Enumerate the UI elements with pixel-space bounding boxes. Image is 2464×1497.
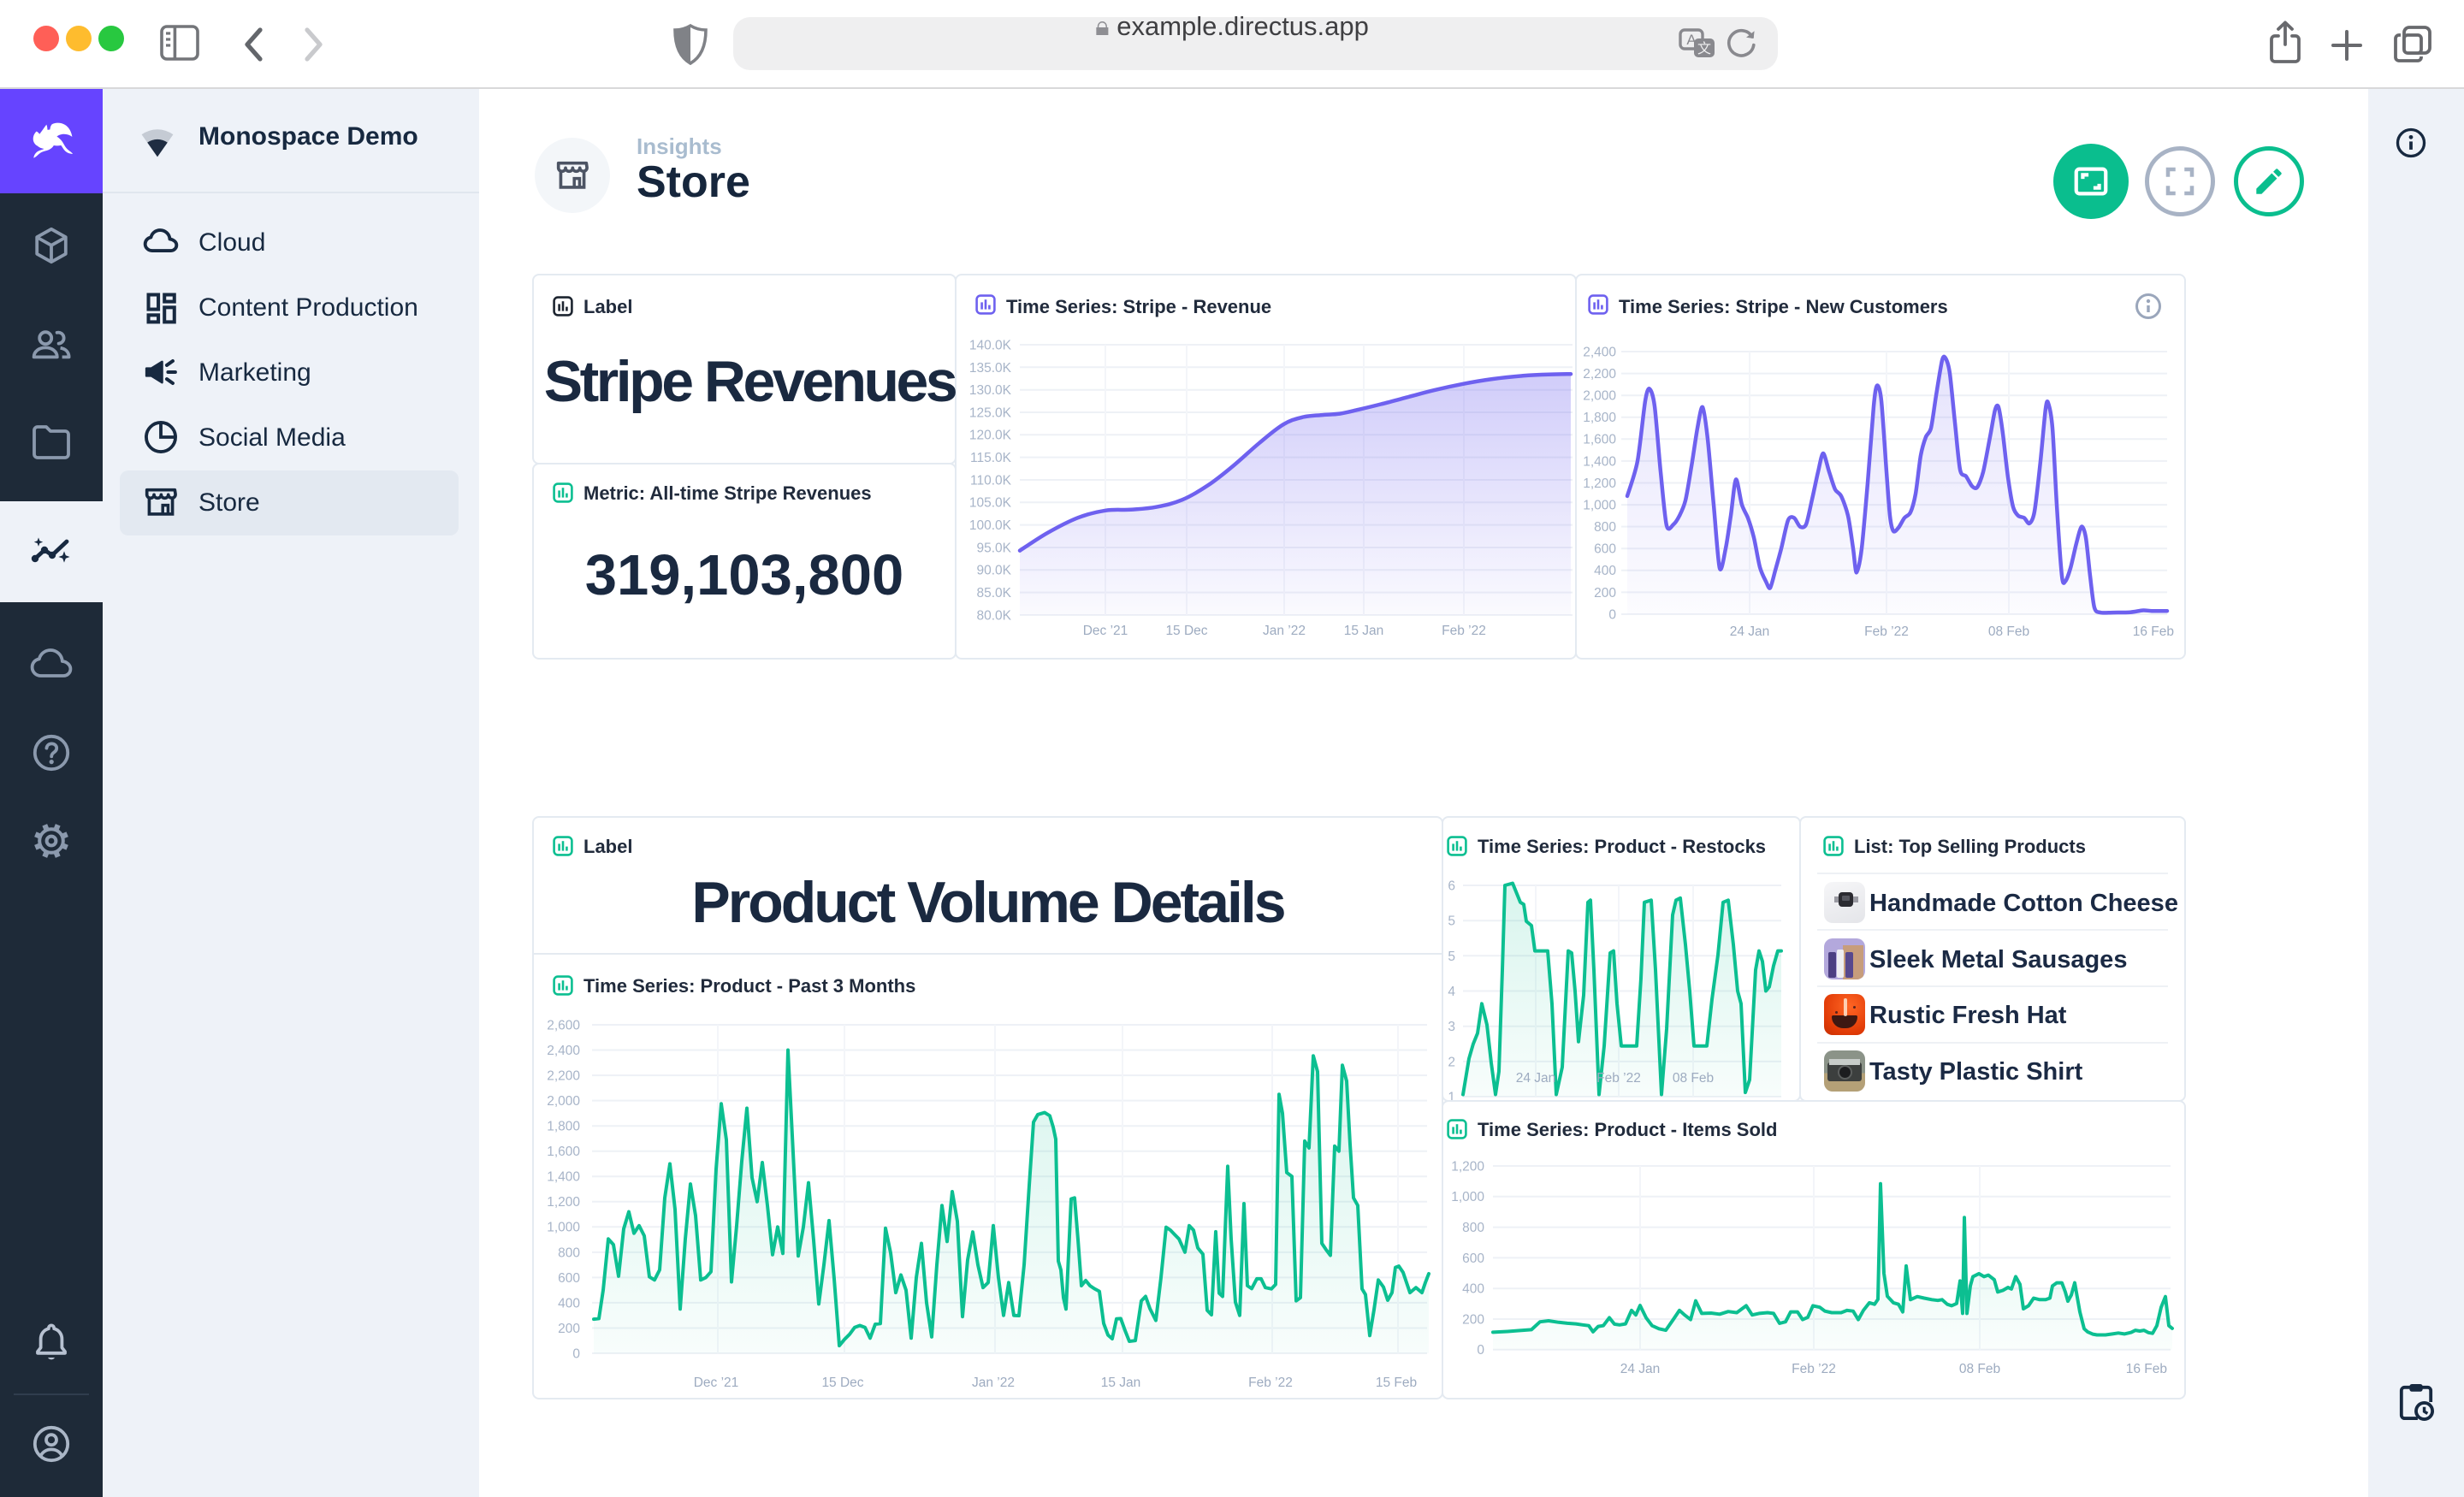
svg-text:3: 3 <box>1448 1020 1455 1034</box>
svg-text:5: 5 <box>1448 950 1455 964</box>
svg-text:140.0K: 140.0K <box>969 338 1012 352</box>
svg-text:15 Dec: 15 Dec <box>821 1376 863 1390</box>
svg-text:1,800: 1,800 <box>547 1120 580 1134</box>
svg-text:15 Jan: 15 Jan <box>1344 624 1384 638</box>
svg-text:24 Jan: 24 Jan <box>1516 1071 1556 1086</box>
svg-text:Feb ’22: Feb ’22 <box>1864 624 1909 639</box>
svg-text:2: 2 <box>1448 1055 1455 1069</box>
svg-text:Dec ’21: Dec ’21 <box>1083 624 1128 638</box>
svg-text:1,400: 1,400 <box>547 1170 580 1185</box>
svg-text:800: 800 <box>558 1246 580 1260</box>
svg-text:600: 600 <box>558 1271 580 1286</box>
svg-text:Feb ’22: Feb ’22 <box>1442 624 1486 638</box>
svg-text:Jan ’22: Jan ’22 <box>972 1376 1015 1390</box>
svg-text:200: 200 <box>558 1322 580 1336</box>
svg-text:110.0K: 110.0K <box>970 473 1012 488</box>
svg-text:1,200: 1,200 <box>1583 476 1616 491</box>
svg-text:105.0K: 105.0K <box>969 496 1012 511</box>
svg-text:16 Feb: 16 Feb <box>2133 624 2174 639</box>
svg-text:800: 800 <box>1462 1221 1484 1235</box>
svg-text:1,800: 1,800 <box>1583 411 1616 425</box>
svg-text:08 Feb: 08 Feb <box>1959 1362 2000 1376</box>
svg-text:15 Feb: 15 Feb <box>1376 1376 1417 1390</box>
svg-text:1,200: 1,200 <box>547 1195 580 1210</box>
svg-text:200: 200 <box>1594 586 1616 601</box>
svg-text:24 Jan: 24 Jan <box>1620 1362 1661 1376</box>
svg-text:2,200: 2,200 <box>1583 367 1616 382</box>
svg-text:Feb ’22: Feb ’22 <box>1596 1071 1641 1086</box>
svg-text:2,200: 2,200 <box>547 1069 580 1084</box>
svg-text:1,000: 1,000 <box>1583 499 1616 513</box>
svg-text:135.0K: 135.0K <box>969 361 1012 376</box>
svg-text:130.0K: 130.0K <box>969 383 1012 398</box>
svg-text:08 Feb: 08 Feb <box>1988 624 2029 639</box>
svg-text:Feb ’22: Feb ’22 <box>1248 1376 1293 1390</box>
svg-text:100.0K: 100.0K <box>969 518 1012 533</box>
svg-text:2,400: 2,400 <box>1583 345 1616 359</box>
svg-text:6: 6 <box>1448 879 1455 893</box>
svg-text:1,600: 1,600 <box>1583 433 1616 447</box>
svg-text:4: 4 <box>1448 985 1455 999</box>
svg-text:125.0K: 125.0K <box>969 405 1012 420</box>
svg-text:0: 0 <box>1608 607 1616 622</box>
svg-text:2,600: 2,600 <box>547 1018 580 1033</box>
svg-text:15 Jan: 15 Jan <box>1101 1376 1141 1390</box>
svg-text:2,000: 2,000 <box>547 1094 580 1109</box>
svg-text:600: 600 <box>1462 1251 1484 1266</box>
svg-text:Jan ’22: Jan ’22 <box>1263 624 1306 638</box>
svg-text:95.0K: 95.0K <box>976 541 1011 555</box>
svg-text:400: 400 <box>1462 1282 1484 1297</box>
svg-text:1,600: 1,600 <box>547 1145 580 1159</box>
svg-text:24 Jan: 24 Jan <box>1730 624 1770 639</box>
svg-text:15 Dec: 15 Dec <box>1165 624 1207 638</box>
svg-text:2,000: 2,000 <box>1583 389 1616 404</box>
svg-text:08 Feb: 08 Feb <box>1673 1071 1714 1086</box>
svg-text:0: 0 <box>572 1346 580 1361</box>
svg-text:1,000: 1,000 <box>547 1221 580 1235</box>
svg-text:1,400: 1,400 <box>1583 454 1616 469</box>
svg-text:0: 0 <box>1477 1343 1484 1358</box>
svg-text:文: 文 <box>1697 41 1711 56</box>
svg-text:800: 800 <box>1594 520 1616 535</box>
svg-text:16 Feb: 16 Feb <box>2126 1362 2167 1376</box>
svg-text:5: 5 <box>1448 914 1455 929</box>
svg-text:115.0K: 115.0K <box>970 451 1012 465</box>
svg-text:120.0K: 120.0K <box>969 429 1012 443</box>
svg-text:200: 200 <box>1462 1312 1484 1327</box>
svg-text:1,000: 1,000 <box>1451 1190 1484 1204</box>
svg-text:80.0K: 80.0K <box>976 608 1011 623</box>
svg-text:Feb ’22: Feb ’22 <box>1792 1362 1836 1376</box>
svg-text:600: 600 <box>1594 542 1616 557</box>
svg-text:Dec ’21: Dec ’21 <box>694 1376 739 1390</box>
svg-text:90.0K: 90.0K <box>976 564 1011 578</box>
svg-text:85.0K: 85.0K <box>976 586 1011 601</box>
svg-text:1: 1 <box>1448 1090 1455 1100</box>
svg-text:400: 400 <box>1594 564 1616 578</box>
svg-text:400: 400 <box>558 1296 580 1311</box>
svg-text:2,400: 2,400 <box>547 1044 580 1058</box>
svg-text:1,200: 1,200 <box>1451 1159 1484 1174</box>
